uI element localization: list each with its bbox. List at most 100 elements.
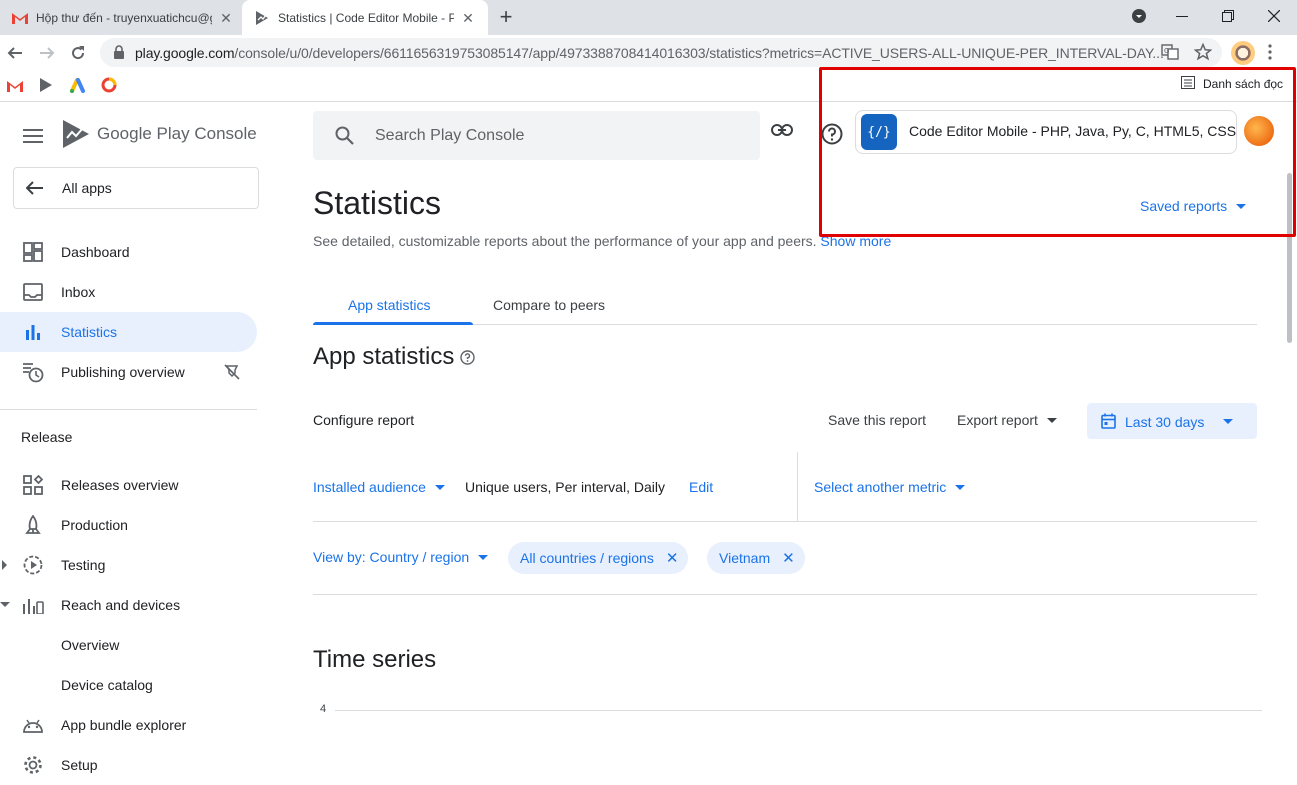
close-icon[interactable]: ✕ xyxy=(218,10,234,26)
browser-tab-gmail[interactable]: Hộp thư đến - truyenxuatichcu@gmail.com … xyxy=(0,0,242,35)
play-console-favicon-icon xyxy=(254,10,270,26)
sidebar-item-device-catalog[interactable]: Device catalog xyxy=(0,665,257,705)
date-range-picker[interactable]: Last 30 days xyxy=(1087,403,1257,439)
chevron-down-icon xyxy=(434,484,445,490)
menu-icon[interactable] xyxy=(23,129,43,143)
chevron-down-icon xyxy=(1046,417,1057,423)
export-report-button[interactable]: Export report xyxy=(957,412,1057,428)
profile-avatar[interactable] xyxy=(1231,41,1255,65)
sidebar-item-inbox[interactable]: Inbox xyxy=(0,272,257,312)
avatar[interactable] xyxy=(1244,116,1274,146)
releases-overview-icon xyxy=(22,475,44,495)
scrollbar[interactable] xyxy=(1287,173,1292,343)
calendar-icon xyxy=(1101,413,1116,432)
arrow-back-icon xyxy=(26,181,44,195)
profile-menu-icon[interactable] xyxy=(1116,0,1162,32)
google-ads-icon[interactable] xyxy=(69,77,87,95)
tab-compare-to-peers[interactable]: Compare to peers xyxy=(493,297,605,313)
sidebar-item-publishing-overview[interactable]: Publishing overview xyxy=(0,352,257,392)
search-input[interactable]: Search Play Console xyxy=(313,111,760,160)
collapse-arrow-icon[interactable] xyxy=(0,602,10,607)
bookmark-star-icon[interactable] xyxy=(1193,42,1213,66)
export-report-label: Export report xyxy=(957,412,1038,428)
report-tabs: App statistics Compare to peers xyxy=(313,286,1257,325)
view-by-dropdown[interactable]: View by: Country / region xyxy=(313,549,489,565)
logo-text: Google Play Console xyxy=(97,124,257,143)
reading-list-button[interactable]: Danh sách đọc xyxy=(1181,76,1283,92)
metric-dropdown[interactable]: Installed audience xyxy=(313,479,445,495)
reading-list-label: Danh sách đọc xyxy=(1203,77,1284,91)
sidebar-item-app-bundle-explorer[interactable]: App bundle explorer xyxy=(0,705,257,745)
all-apps-button[interactable]: All apps xyxy=(13,167,259,209)
sidebar-item-label: Statistics xyxy=(61,324,118,340)
more-vert-icon[interactable] xyxy=(1268,44,1272,65)
address-bar[interactable]: play.google.com/console/u/0/developers/6… xyxy=(100,38,1222,67)
saved-reports-dropdown[interactable]: Saved reports xyxy=(1140,198,1247,214)
section-title: App statistics xyxy=(313,343,476,371)
help-outline-icon[interactable] xyxy=(460,349,476,365)
sidebar-item-label: Releases overview xyxy=(61,477,179,493)
edit-metric-button[interactable]: Edit xyxy=(689,479,713,495)
metric-name-label: Installed audience xyxy=(313,479,426,495)
sidebar-item-testing[interactable]: Testing xyxy=(0,545,257,585)
back-arrow-icon[interactable] xyxy=(1,39,29,67)
play-console-icon[interactable] xyxy=(38,77,56,95)
close-icon[interactable]: ✕ xyxy=(666,549,679,567)
view-by-label: View by: Country / region xyxy=(313,549,470,565)
close-icon[interactable]: ✕ xyxy=(460,10,476,26)
filter-chip-vietnam[interactable]: Vietnam ✕ xyxy=(707,542,805,574)
sidebar-item-label: Production xyxy=(61,517,128,533)
restore-icon[interactable] xyxy=(1205,0,1251,32)
help-icon[interactable] xyxy=(821,123,843,150)
app-selector[interactable]: {/} Code Editor Mobile - PHP, Java, Py, … xyxy=(855,110,1237,154)
active-tab-indicator xyxy=(313,322,473,325)
sidebar-item-label: Inbox xyxy=(61,284,96,300)
select-another-metric-dropdown[interactable]: Select another metric xyxy=(814,479,966,495)
sidebar-item-production[interactable]: Production xyxy=(0,505,257,545)
filter-chip-all-countries[interactable]: All countries / regions ✕ xyxy=(508,542,689,574)
translate-icon[interactable]: G xyxy=(1161,44,1179,65)
browser-tab-statistics[interactable]: Statistics | Code Editor Mobile - PHP, J… xyxy=(242,0,488,35)
bookmarks-bar: Danh sách đọc xyxy=(0,71,1297,102)
new-tab-button[interactable]: + xyxy=(494,6,518,30)
date-range-label: Last 30 days xyxy=(1125,414,1205,430)
gmail-icon xyxy=(12,10,28,26)
configure-report-label: Configure report xyxy=(313,412,415,428)
sidebar-item-setup[interactable]: Setup xyxy=(0,745,257,785)
sidebar-item-statistics[interactable]: Statistics xyxy=(0,312,257,352)
testing-icon xyxy=(22,555,44,575)
expand-arrow-icon[interactable] xyxy=(2,560,7,570)
sidebar-item-label: Overview xyxy=(61,637,120,653)
url-text: play.google.com/console/u/0/developers/6… xyxy=(135,45,1164,61)
close-window-icon[interactable] xyxy=(1251,0,1297,32)
sidebar-item-label: App bundle explorer xyxy=(61,717,187,733)
gmail-icon[interactable] xyxy=(7,77,25,95)
dashboard-icon xyxy=(22,242,44,262)
chevron-down-icon xyxy=(955,484,966,490)
save-report-button[interactable]: Save this report xyxy=(828,412,926,428)
all-apps-label: All apps xyxy=(62,180,112,196)
play-console-logo[interactable]: Google Play Console xyxy=(61,119,257,149)
show-more-link[interactable]: Show more xyxy=(820,233,891,249)
sidebar-item-reach-and-devices[interactable]: Reach and devices xyxy=(0,585,257,625)
sidebar-item-label: Testing xyxy=(61,557,106,573)
bar-chart-icon xyxy=(22,322,44,342)
sidebar-item-label: Setup xyxy=(61,757,98,773)
reload-icon[interactable] xyxy=(64,39,92,67)
minimize-icon[interactable] xyxy=(1159,0,1205,32)
sidebar-item-releases-overview[interactable]: Releases overview xyxy=(0,465,257,505)
tab-app-statistics[interactable]: App statistics xyxy=(348,297,430,313)
chip-label: Vietnam xyxy=(719,550,771,566)
admob-icon[interactable] xyxy=(101,77,119,95)
sidebar-item-overview[interactable]: Overview xyxy=(0,625,257,665)
sidebar-item-label: Reach and devices xyxy=(61,597,181,613)
sidebar: Google Play Console All apps Dashboard I… xyxy=(0,103,265,774)
sidebar-item-dashboard[interactable]: Dashboard xyxy=(0,232,257,272)
browser-tab-strip: Hộp thư đến - truyenxuatichcu@gmail.com … xyxy=(0,0,1297,35)
close-icon[interactable]: ✕ xyxy=(782,549,795,567)
forward-arrow-icon[interactable] xyxy=(33,39,61,67)
reading-list-icon xyxy=(1181,76,1195,92)
link-icon[interactable] xyxy=(771,123,793,141)
chevron-down-icon xyxy=(478,554,489,560)
main-content: Search Play Console {/} Code Editor Mobi… xyxy=(265,103,1297,767)
